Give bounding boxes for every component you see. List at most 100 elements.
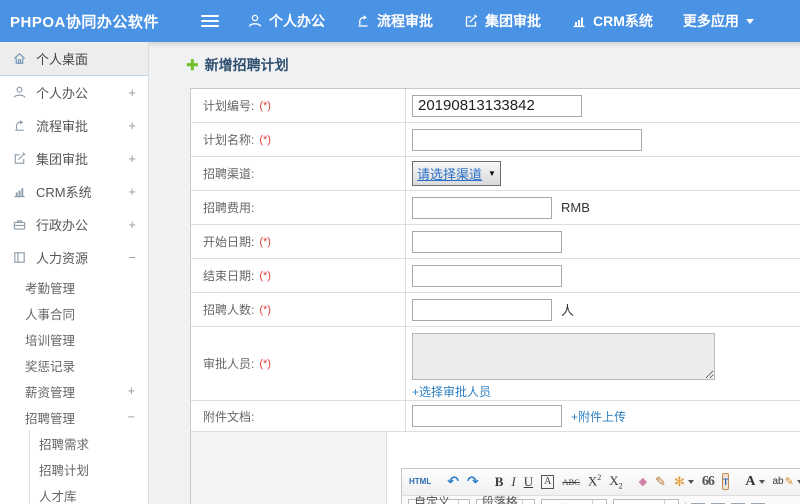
field-label: 招聘渠道: (191, 157, 406, 190)
nav-personal-office[interactable]: 个人办公 (247, 11, 325, 31)
plan-name-input[interactable] (412, 128, 642, 151)
top-nav: 个人办公 流程审批 集团审批 CRM系统 更多应用 (247, 11, 784, 31)
format-brush-icon[interactable]: ✎ (655, 474, 666, 490)
briefcase-icon (13, 220, 26, 230)
italic-button[interactable]: I (511, 474, 515, 490)
collapse-icon[interactable]: − (128, 250, 136, 265)
fee-input[interactable] (412, 196, 552, 219)
blockquote-icon[interactable]: 66 (702, 474, 715, 490)
rich-text-editor: HTML ↶ ↷ B I U A ABC X2 X2 ◆ ✎ ✻ 66 T A … (401, 467, 800, 504)
required-mark: (*) (259, 303, 271, 316)
nav-workflow-approval[interactable]: 流程审批 (355, 11, 433, 31)
html-source-button[interactable]: HTML (409, 477, 431, 486)
person-icon (248, 14, 262, 27)
collapse-icon[interactable]: − (128, 410, 135, 424)
form-row-approvers: 审批人员: (*) +选择审批人员 (191, 327, 800, 401)
eraser-icon[interactable]: ◆ (639, 475, 647, 488)
sidebar-item-label: 招聘计划 (39, 463, 90, 478)
strikethrough-button[interactable]: ABC (562, 477, 579, 487)
sidebar-item-label: 考勤管理 (25, 281, 76, 296)
expand-icon[interactable]: + (128, 118, 136, 133)
sidebar-item-hr-contract[interactable]: 人事合同 (0, 300, 148, 326)
field-label: 附件文档: (191, 401, 406, 431)
border-text-button[interactable]: A (541, 474, 555, 489)
redo-icon[interactable]: ↷ (467, 473, 479, 490)
editor-toolbar-row2: 自定义标题 段落格式 字体 字号 (402, 495, 800, 504)
nav-group-approval[interactable]: 集团审批 (463, 11, 541, 31)
bold-button[interactable]: B (495, 474, 504, 490)
nav-label: 更多应用 (682, 13, 739, 29)
field-label: 计划名称: (*) (191, 123, 406, 156)
expand-icon[interactable]: + (128, 384, 135, 398)
expand-icon[interactable]: + (128, 85, 136, 100)
sidebar-item-label: 招聘管理 (25, 411, 76, 426)
nav-label: 个人办公 (269, 13, 325, 29)
font-color-button[interactable]: A (745, 474, 765, 490)
edit-square-icon (14, 152, 26, 164)
form-row-start-date: 开始日期: (*) (191, 225, 800, 259)
field-label: 计划编号: (*) (191, 89, 406, 122)
nav-more-apps[interactable]: 更多应用 (683, 11, 754, 31)
sidebar-item-label: 行政办公 (36, 218, 89, 233)
sidebar-item-recruit-plan[interactable]: 招聘计划 (30, 456, 148, 482)
editor-toolbar-row1: HTML ↶ ↷ B I U A ABC X2 X2 ◆ ✎ ✻ 66 T A … (402, 468, 800, 496)
field-label: 审批人员: (*) (191, 327, 406, 400)
autotypeset-button[interactable]: ✻ (674, 474, 694, 490)
channel-select[interactable]: 请选择渠道 ▼ (412, 161, 501, 186)
sidebar-item-attendance[interactable]: 考勤管理 (0, 274, 148, 300)
main-content: ✚ 新增招聘计划 计划编号: (*) 计划名称: (*) 招聘渠道: (149, 42, 800, 504)
caret-down-icon (758, 479, 765, 484)
start-date-input[interactable] (412, 230, 562, 253)
select-approvers-link[interactable]: +选择审批人员 (412, 383, 491, 400)
bar-chart-icon (573, 17, 585, 28)
sidebar-item-recruitment[interactable]: 招聘管理 − (0, 404, 148, 430)
approvers-textarea[interactable] (412, 333, 715, 380)
sidebar-item-group-approval[interactable]: 集团审批 + (0, 142, 148, 175)
field-label: 开始日期: (*) (191, 225, 406, 258)
nav-label: 集团审批 (485, 13, 541, 29)
attachment-input[interactable] (412, 405, 562, 427)
hamburger-menu-icon[interactable] (201, 15, 219, 27)
sidebar-item-admin-office[interactable]: 行政办公 + (0, 208, 148, 241)
required-mark: (*) (259, 357, 271, 370)
undo-icon[interactable]: ↶ (447, 473, 459, 490)
custom-title-select[interactable]: 自定义标题 (408, 495, 470, 504)
sidebar-item-training[interactable]: 培训管理 (0, 326, 148, 352)
sidebar-item-label: 培训管理 (25, 333, 76, 348)
pencil-icon: ✎ (784, 476, 794, 488)
expand-icon[interactable]: + (128, 151, 136, 166)
plan-number-input[interactable] (412, 94, 582, 117)
select-caret-icon: ▼ (488, 169, 496, 178)
sidebar-item-crm[interactable]: CRM系统 + (0, 175, 148, 208)
highlight-color-button[interactable]: ab ✎ (773, 475, 800, 488)
sidebar-item-personal-office[interactable]: 个人办公 + (0, 76, 148, 109)
form-row-editor: HTML ↶ ↷ B I U A ABC X2 X2 ◆ ✎ ✻ 66 T A … (191, 432, 800, 504)
sidebar-item-recruit-demand[interactable]: 招聘需求 (30, 430, 148, 456)
sidebar-item-talent-pool[interactable]: 人才库 (30, 482, 148, 504)
nav-crm-system[interactable]: CRM系统 (571, 11, 653, 31)
paste-text-icon[interactable]: T (721, 473, 730, 490)
sidebar-item-hr[interactable]: 人力资源 − (0, 241, 148, 274)
font-family-select[interactable]: 字体 (541, 498, 607, 504)
end-date-input[interactable] (412, 264, 562, 287)
sidebar-item-rewards[interactable]: 奖惩记录 (0, 352, 148, 378)
superscript-button[interactable]: X2 (588, 473, 601, 489)
headcount-input[interactable] (412, 298, 552, 321)
sidebar-item-desktop[interactable]: 个人桌面 (0, 42, 148, 76)
font-size-select[interactable]: 字号 (612, 498, 679, 504)
underline-button[interactable]: U (524, 474, 533, 490)
sidebar-item-workflow-approval[interactable]: 流程审批 + (0, 109, 148, 142)
form-row-plan-name: 计划名称: (*) (191, 123, 800, 157)
expand-icon[interactable]: + (128, 217, 136, 232)
app-title: PHPOA协同办公软件 (10, 13, 159, 31)
sidebar-item-label: 集团审批 (36, 152, 89, 167)
subscript-button[interactable]: X2 (609, 473, 622, 491)
form-row-attachment: 附件文档: +附件上传 (191, 401, 800, 432)
sidebar: 个人桌面 个人办公 + 流程审批 + 集团审批 + CRM系统 + 行政办公 +… (0, 42, 149, 504)
expand-icon[interactable]: + (128, 184, 136, 199)
paragraph-format-select[interactable]: 段落格式 (475, 495, 536, 504)
form-row-end-date: 结束日期: (*) (191, 259, 800, 293)
sidebar-item-salary[interactable]: 薪资管理 + (0, 378, 148, 404)
attachment-upload-link[interactable]: +附件上传 (571, 408, 626, 425)
book-icon (14, 252, 25, 263)
